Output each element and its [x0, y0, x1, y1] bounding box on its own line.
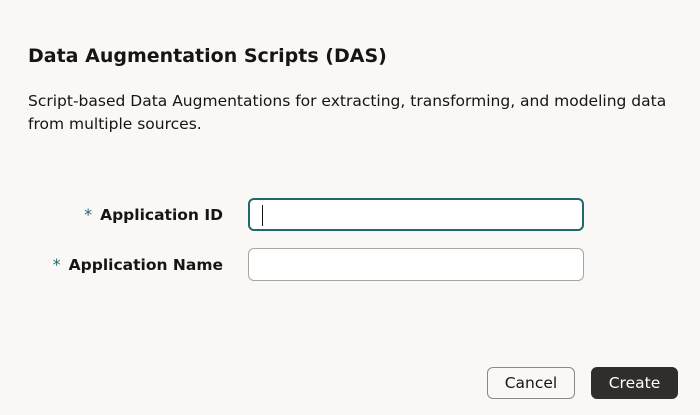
application-id-row: * Application ID [0, 198, 700, 232]
text-caret [262, 205, 263, 226]
create-button[interactable]: Create [591, 367, 678, 399]
required-marker: * [84, 205, 93, 224]
application-id-input[interactable] [248, 198, 584, 231]
application-name-label-group: * Application Name [53, 248, 223, 282]
required-marker: * [52, 255, 61, 274]
dialog-title: Data Augmentation Scripts (DAS) [28, 45, 387, 67]
application-name-input[interactable] [248, 248, 584, 281]
application-name-row: * Application Name [0, 248, 700, 282]
cancel-button[interactable]: Cancel [487, 367, 575, 399]
create-das-dialog: Data Augmentation Scripts (DAS) Script-b… [0, 0, 700, 415]
application-id-label-group: * Application ID [84, 198, 223, 232]
application-id-label: Application ID [100, 206, 223, 224]
application-name-label: Application Name [68, 256, 223, 274]
dialog-description: Script-based Data Augmentations for extr… [28, 92, 667, 133]
